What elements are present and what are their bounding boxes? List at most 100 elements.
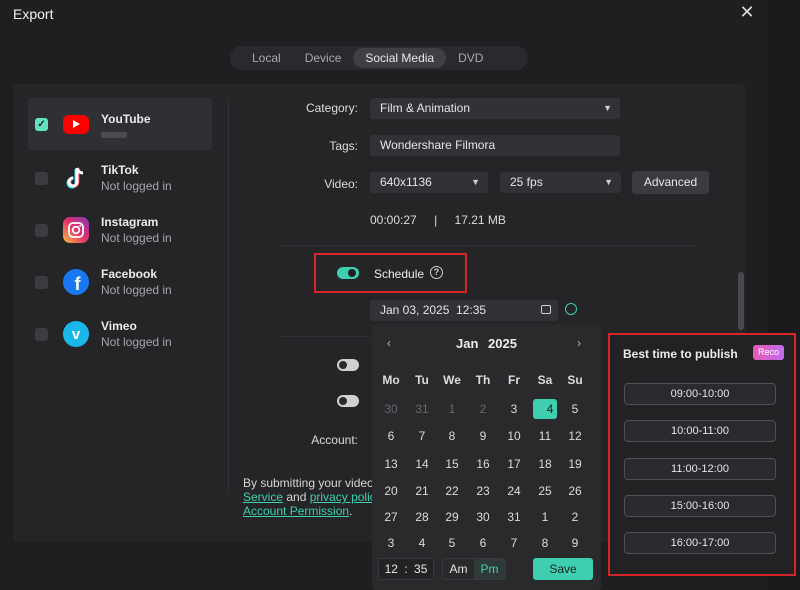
account-placeholder: [101, 131, 127, 138]
calendar-day[interactable]: 20: [379, 481, 403, 501]
calendar-day[interactable]: 13: [379, 454, 403, 474]
save-button[interactable]: Save: [533, 558, 593, 580]
pm-button[interactable]: Pm: [474, 559, 505, 579]
calendar-day[interactable]: 25: [533, 481, 557, 501]
schedule-datetime-input[interactable]: Jan 03, 2025 12:35: [370, 300, 558, 321]
calendar-day[interactable]: 1: [533, 507, 557, 527]
platform-item-youtube[interactable]: ✓ YouTube: [28, 98, 212, 150]
tab-device[interactable]: Device: [293, 48, 354, 68]
platform-item-tiktok[interactable]: TikTok Not logged in: [28, 152, 212, 204]
tab-dvd[interactable]: DVD: [446, 48, 495, 68]
info-separator: |: [434, 213, 438, 227]
calendar-day[interactable]: 12: [563, 426, 587, 446]
platform-status: Not logged in: [101, 283, 172, 297]
time-slot[interactable]: 09:00-10:00: [624, 383, 776, 405]
calendar-day[interactable]: 6: [471, 533, 495, 553]
category-select[interactable]: Film & Animation ▼: [370, 98, 620, 119]
checkbox-tiktok[interactable]: [35, 171, 48, 185]
checkbox-instagram[interactable]: [35, 223, 48, 237]
calendar-day[interactable]: 10: [502, 426, 526, 446]
account-permission-link[interactable]: Account Permission: [243, 504, 349, 518]
calendar-day[interactable]: 26: [563, 481, 587, 501]
calendar-day[interactable]: 14: [410, 454, 434, 474]
calendar-day[interactable]: 28: [410, 507, 434, 527]
calendar-day[interactable]: 15: [440, 454, 464, 474]
platform-item-instagram[interactable]: Instagram Not logged in: [28, 204, 212, 256]
calendar-day[interactable]: 6: [379, 426, 403, 446]
am-button[interactable]: Am: [443, 559, 474, 579]
resolution-select[interactable]: 640x1136 ▼: [370, 172, 488, 193]
time-input[interactable]: 12 : 35: [378, 558, 434, 580]
best-time-icon[interactable]: [565, 303, 577, 315]
time-slot[interactable]: 16:00-17:00: [624, 532, 776, 554]
toggle-option-2[interactable]: [337, 395, 359, 407]
tiktok-icon: [63, 165, 89, 191]
calendar-day[interactable]: 1: [440, 399, 464, 419]
calendar-day[interactable]: 31: [410, 399, 434, 419]
platform-item-vimeo[interactable]: v Vimeo Not logged in: [28, 308, 212, 360]
calendar-day[interactable]: 30: [379, 399, 403, 419]
calendar-day[interactable]: 3: [502, 399, 526, 419]
scrollbar[interactable]: [738, 272, 744, 330]
help-icon[interactable]: ?: [430, 266, 443, 279]
platform-name: Facebook: [101, 267, 158, 281]
privacy-policy-link[interactable]: privacy polici: [310, 490, 379, 504]
tab-local[interactable]: Local: [240, 48, 293, 68]
calendar-day[interactable]: 11: [533, 426, 557, 446]
calendar-day[interactable]: 22: [440, 481, 464, 501]
calendar-day[interactable]: 9: [563, 533, 587, 553]
calendar-day[interactable]: 7: [502, 533, 526, 553]
fps-select[interactable]: 25 fps ▼: [500, 172, 621, 193]
calendar-day[interactable]: 21: [410, 481, 434, 501]
export-tabs: Local Device Social Media DVD: [230, 46, 528, 70]
checkbox-vimeo[interactable]: [35, 327, 48, 341]
calendar-day[interactable]: 18: [533, 454, 557, 474]
category-label: Category:: [305, 101, 358, 115]
tags-input[interactable]: Wondershare Filmora: [370, 135, 620, 156]
time-slot[interactable]: 10:00-11:00: [624, 420, 776, 442]
calendar-day[interactable]: 17: [502, 454, 526, 474]
calendar-day[interactable]: 29: [440, 507, 464, 527]
calendar-day[interactable]: 5: [440, 533, 464, 553]
calendar-day[interactable]: 31: [502, 507, 526, 527]
calendar-day[interactable]: 4: [533, 399, 557, 419]
calendar-day[interactable]: 9: [471, 426, 495, 446]
platform-name: TikTok: [101, 163, 139, 177]
calendar-day[interactable]: 4: [410, 533, 434, 553]
time-separator: :: [404, 562, 408, 576]
calendar-day[interactable]: 16: [471, 454, 495, 474]
tab-social-media[interactable]: Social Media: [353, 48, 447, 68]
close-icon[interactable]: ✕: [738, 2, 756, 22]
calendar-day[interactable]: 30: [471, 507, 495, 527]
export-dialog: Export ✕ Local Device Social Media DVD ✓…: [0, 0, 800, 590]
terms-and: and: [283, 490, 310, 504]
calendar-day[interactable]: 27: [379, 507, 403, 527]
time-slot[interactable]: 15:00-16:00: [624, 495, 776, 517]
calendar-day[interactable]: 8: [440, 426, 464, 446]
checkbox-facebook[interactable]: [35, 275, 48, 289]
calendar-day[interactable]: 19: [563, 454, 587, 474]
calendar-day[interactable]: 5: [563, 399, 587, 419]
checkbox-youtube[interactable]: ✓: [35, 117, 48, 131]
calendar-day[interactable]: 2: [563, 507, 587, 527]
schedule-toggle[interactable]: [337, 267, 359, 279]
toggle-knob: [348, 269, 356, 277]
calendar-day[interactable]: 3: [379, 533, 403, 553]
calendar-icon: [541, 305, 551, 314]
calendar-day[interactable]: 7: [410, 426, 434, 446]
calendar-day[interactable]: 23: [471, 481, 495, 501]
calendar-day[interactable]: 2: [471, 399, 495, 419]
video-label: Video:: [324, 177, 358, 191]
terms-of-service-link[interactable]: Service: [243, 490, 283, 504]
am-pm-toggle: Am Pm: [442, 558, 506, 580]
calendar-day[interactable]: 24: [502, 481, 526, 501]
time-slot[interactable]: 11:00-12:00: [624, 458, 776, 480]
next-month-icon[interactable]: ›: [577, 336, 581, 350]
toggle-option-1[interactable]: [337, 359, 359, 371]
toggle-knob: [339, 361, 347, 369]
chevron-down-icon: ▼: [471, 177, 480, 187]
calendar-day[interactable]: 8: [533, 533, 557, 553]
platform-item-facebook[interactable]: f Facebook Not logged in: [28, 256, 212, 308]
section-divider: [282, 336, 370, 337]
advanced-button[interactable]: Advanced: [632, 171, 709, 194]
